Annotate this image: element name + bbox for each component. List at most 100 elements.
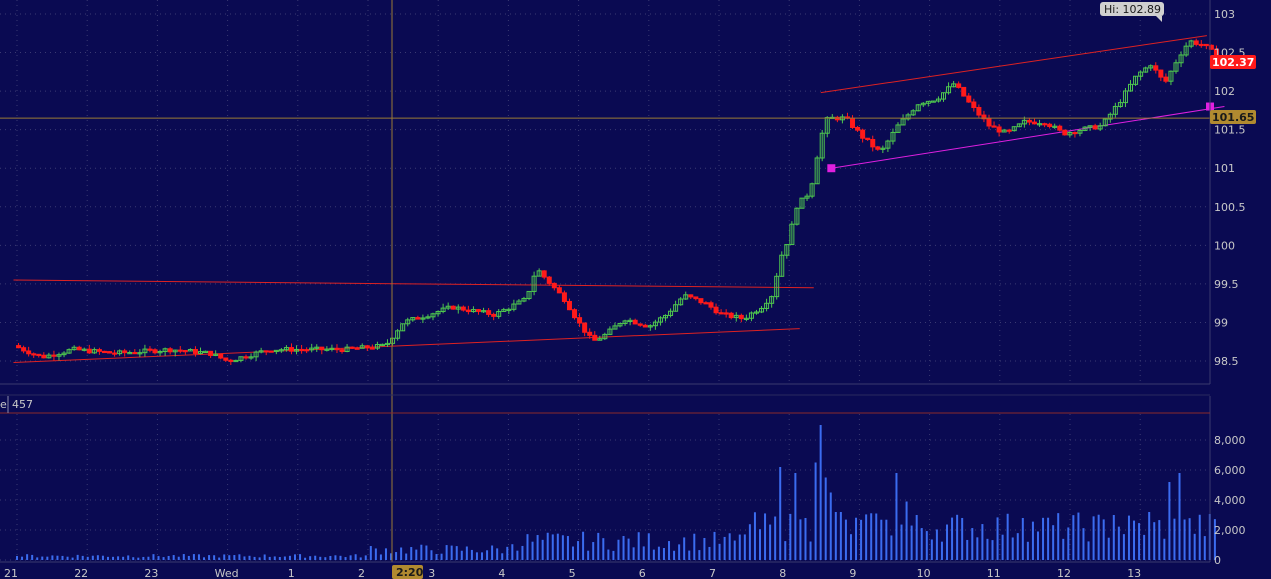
candle-body bbox=[339, 349, 345, 353]
candle-body bbox=[223, 357, 229, 361]
volume-bar bbox=[233, 555, 236, 560]
volume-bar bbox=[1072, 515, 1075, 560]
candle-body bbox=[1047, 123, 1053, 127]
volume-bar bbox=[541, 539, 544, 560]
volume-bar bbox=[526, 534, 529, 560]
volume-bar bbox=[334, 555, 337, 560]
candle-body bbox=[112, 352, 118, 355]
volume-bar bbox=[364, 555, 367, 560]
candle-body bbox=[41, 354, 47, 359]
candle-body bbox=[870, 138, 876, 148]
volume-bar bbox=[319, 556, 322, 560]
candle-body bbox=[865, 137, 871, 140]
volume-tick-label: 6,000 bbox=[1214, 464, 1246, 477]
candle-body bbox=[182, 350, 188, 353]
price-tick-label: 100.5 bbox=[1214, 201, 1246, 214]
volume-bar bbox=[587, 550, 590, 560]
volume-bar bbox=[971, 528, 974, 560]
volume-bar bbox=[678, 544, 681, 560]
volume-bar bbox=[647, 533, 650, 560]
volume-bar bbox=[374, 548, 377, 560]
volume-bar bbox=[1153, 522, 1156, 560]
volume-bar bbox=[556, 533, 559, 560]
volume-bar bbox=[263, 554, 266, 560]
volume-bar bbox=[839, 512, 842, 560]
candle-body bbox=[713, 306, 719, 314]
volume-bar bbox=[86, 556, 89, 560]
volume-bar bbox=[1006, 513, 1009, 560]
volume-bar bbox=[455, 546, 458, 560]
candle-body bbox=[1006, 129, 1012, 132]
stock-chart[interactable]: 98.59999.5100100.5101101.5102102.510321 2… bbox=[0, 0, 1271, 579]
volume-bar bbox=[844, 519, 847, 560]
volume-bar bbox=[632, 547, 635, 560]
volume-bar bbox=[192, 554, 195, 560]
volume-bar bbox=[157, 556, 160, 560]
candle-body bbox=[1163, 76, 1169, 82]
volume-bar bbox=[622, 535, 625, 560]
candle-body bbox=[288, 347, 294, 352]
volume-bar bbox=[1203, 536, 1206, 560]
volume-bar bbox=[602, 538, 605, 560]
candle-body bbox=[991, 125, 997, 128]
high-label: Hi: 102.89 bbox=[1104, 3, 1161, 16]
candle-body bbox=[334, 347, 340, 351]
volume-bar bbox=[723, 536, 726, 560]
volume-bar bbox=[1042, 517, 1045, 560]
volume-bar bbox=[329, 555, 332, 560]
volume-bar bbox=[132, 557, 135, 560]
time-tick-label: 21 bbox=[4, 567, 18, 579]
trend-line-handle[interactable] bbox=[827, 164, 836, 173]
candle-body bbox=[860, 129, 866, 139]
volume-bar bbox=[738, 534, 741, 560]
candle-body bbox=[723, 312, 729, 315]
candle-body bbox=[541, 270, 547, 278]
volume-bar bbox=[592, 542, 595, 560]
volume-bar bbox=[177, 556, 180, 560]
candle-body bbox=[572, 309, 578, 319]
time-tick-label: 5 bbox=[569, 567, 576, 579]
volume-bar bbox=[561, 535, 564, 560]
candle-body bbox=[147, 348, 153, 351]
volume-bar bbox=[486, 550, 489, 560]
volume-bar bbox=[1107, 537, 1110, 560]
volume-bar bbox=[1026, 541, 1029, 560]
volume-bar bbox=[819, 425, 822, 560]
candle-body bbox=[738, 314, 744, 320]
volume-bar bbox=[1087, 541, 1090, 560]
volume-bar bbox=[1047, 517, 1050, 560]
volume-bar bbox=[713, 531, 716, 560]
volume-bar bbox=[1163, 538, 1166, 560]
volume-bar bbox=[223, 554, 226, 560]
volume-tick-label: 4,000 bbox=[1214, 494, 1246, 507]
volume-bar bbox=[764, 513, 767, 560]
volume-bar bbox=[218, 557, 221, 560]
volume-bar bbox=[258, 557, 261, 560]
candle-body bbox=[996, 126, 1002, 133]
candle-body bbox=[1198, 43, 1204, 47]
volume-bar bbox=[693, 533, 696, 560]
volume-bar bbox=[405, 553, 408, 560]
time-tick-label: 9 bbox=[849, 567, 856, 579]
volume-bar bbox=[344, 557, 347, 560]
price-tick-label: 99 bbox=[1214, 316, 1228, 329]
volume-label: e bbox=[0, 398, 7, 411]
candle-body bbox=[551, 282, 557, 289]
volume-bar bbox=[46, 556, 49, 560]
volume-bar bbox=[779, 467, 782, 560]
volume-bar bbox=[1052, 525, 1055, 560]
candle-body bbox=[369, 347, 375, 350]
volume-bar bbox=[637, 532, 640, 560]
time-tick-label: 4 bbox=[498, 567, 505, 579]
volume-bar bbox=[511, 544, 514, 560]
time-tick-label: 1 bbox=[288, 567, 295, 579]
candle-body bbox=[1158, 69, 1164, 78]
volume-bar bbox=[1077, 512, 1080, 560]
volume-bar bbox=[208, 555, 211, 560]
volume-bar bbox=[617, 539, 620, 560]
candle-body bbox=[192, 348, 198, 354]
volume-bar bbox=[577, 541, 580, 560]
volume-bar bbox=[41, 556, 44, 560]
volume-bar bbox=[51, 555, 54, 560]
volume-bar bbox=[566, 536, 569, 560]
